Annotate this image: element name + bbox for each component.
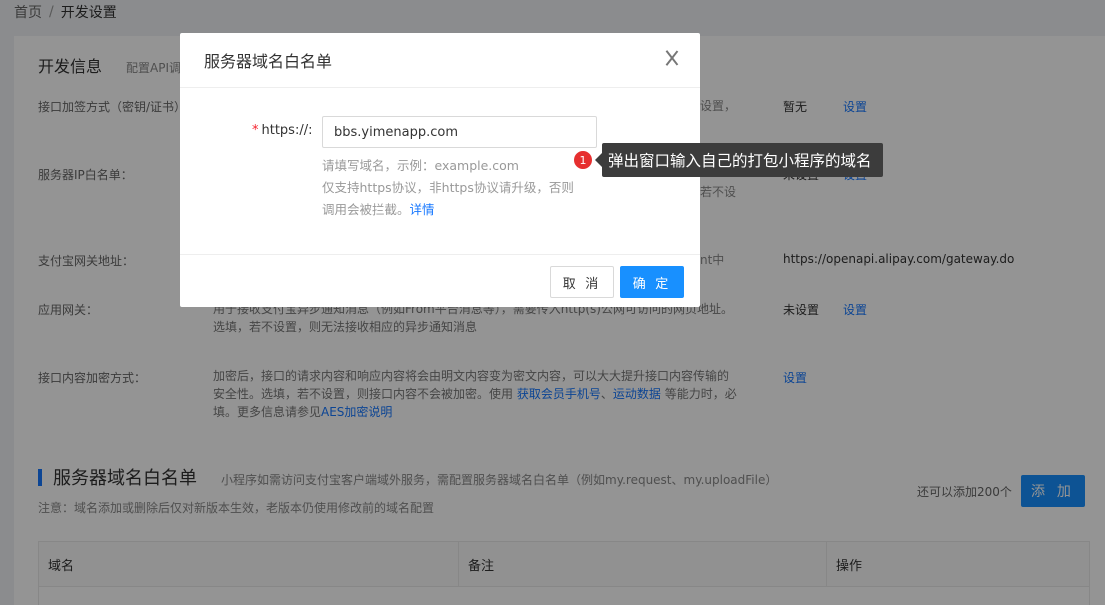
details-link[interactable]: 详情 xyxy=(410,202,435,217)
step-tooltip: 弹出窗口输入自己的打包小程序的域名 xyxy=(595,143,883,177)
step-badge: 1 xyxy=(573,150,593,170)
help-line1: 请填写域名，示例：example.com xyxy=(322,158,519,173)
cancel-button[interactable]: 取 消 xyxy=(550,266,614,298)
help-line3: 调用会被拦截。详情 xyxy=(322,199,602,221)
page: 首页 / 开发设置 开发信息 配置API调 接口加签方式（密钥/证书） 设置， … xyxy=(0,0,1105,605)
confirm-button[interactable]: 确 定 xyxy=(620,266,684,298)
close-icon[interactable] xyxy=(664,50,680,66)
domain-input[interactable] xyxy=(322,116,597,148)
help-line2: 仅支持https协议，非https协议请升级，否则 xyxy=(322,180,574,195)
help-line3-text: 调用会被拦截。 xyxy=(322,202,410,217)
modal-header: 服务器域名白名单 xyxy=(180,33,700,88)
https-field-label-text: https://: xyxy=(261,123,313,138)
modal-title: 服务器域名白名单 xyxy=(204,52,333,71)
modal-footer: 取 消 确 定 xyxy=(180,254,700,307)
required-mark: * xyxy=(252,123,259,138)
domain-help-text: 请填写域名，示例：example.com 仅支持https协议，非https协议… xyxy=(322,155,602,221)
https-field-label: * https://: xyxy=(252,123,312,138)
